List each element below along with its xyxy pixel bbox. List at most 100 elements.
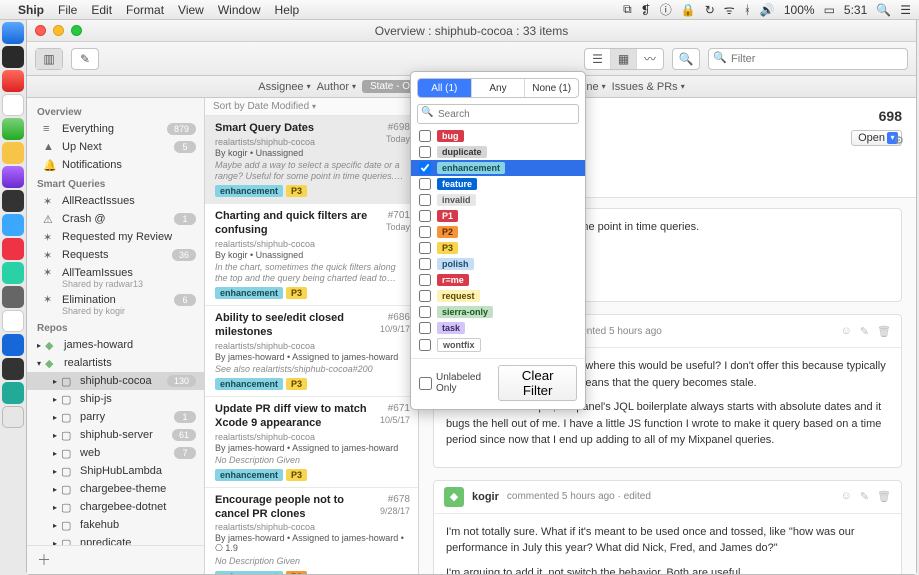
- dock-item[interactable]: [2, 46, 24, 68]
- sidebar-repo-owner[interactable]: ▸◆james-howard: [27, 336, 204, 354]
- dock-item[interactable]: [2, 406, 24, 428]
- label-filter-row[interactable]: invalid: [411, 192, 585, 208]
- dock-item[interactable]: [2, 118, 24, 140]
- volume-icon[interactable]: 🔊: [760, 3, 775, 17]
- window-minimize-button[interactable]: [53, 25, 64, 36]
- sidebar-repo-item[interactable]: ▸▢shiphub-server61: [27, 426, 204, 444]
- label-checkbox[interactable]: [419, 162, 431, 174]
- sidebar-item[interactable]: ✶Elimination6Shared by kogir: [27, 291, 204, 318]
- issue-row[interactable]: #686 10/9/17 Ability to see/edit closed …: [205, 306, 418, 397]
- sidebar-item[interactable]: ⚠Crash @1: [27, 210, 204, 228]
- edit-icon[interactable]: ✎: [860, 490, 869, 503]
- detail-config-icon[interactable]: ⚙: [894, 134, 904, 147]
- label-mode-none[interactable]: None (1): [525, 79, 578, 97]
- label-filter-row[interactable]: wontfix: [411, 336, 585, 354]
- window-close-button[interactable]: [35, 25, 46, 36]
- sidebar-item[interactable]: ✶AllReactIssues: [27, 192, 204, 210]
- label-mode-any[interactable]: Any: [472, 79, 526, 97]
- sidebar-item[interactable]: ✶Requests36: [27, 246, 204, 264]
- info-icon[interactable]: ⓘ: [660, 1, 672, 18]
- label-checkbox[interactable]: [419, 194, 431, 206]
- spotlight-icon[interactable]: 🔍: [876, 3, 891, 17]
- sidebar-item[interactable]: ✶AllTeamIssuesShared by radwar13: [27, 264, 204, 291]
- label-checkbox[interactable]: [419, 130, 431, 142]
- sidebar-repo-item[interactable]: ▸▢chargebee-theme: [27, 480, 204, 498]
- dropbox-icon[interactable]: ⧉: [623, 2, 632, 17]
- issue-row[interactable]: #671 10/5/17 Update PR diff view to matc…: [205, 397, 418, 488]
- label-filter-row[interactable]: enhancement: [411, 160, 585, 176]
- battery-icon[interactable]: ▭: [824, 3, 835, 17]
- compose-button[interactable]: ✎: [72, 49, 98, 69]
- label-filter-row[interactable]: P2: [411, 224, 585, 240]
- dock-item[interactable]: [2, 238, 24, 260]
- sidebar-repo-item[interactable]: ▸▢ShipHubLambda: [27, 462, 204, 480]
- label-filter-row[interactable]: task: [411, 320, 585, 336]
- dock-item[interactable]: [2, 382, 24, 404]
- menu-format[interactable]: Format: [126, 3, 164, 17]
- issue-row[interactable]: #678 9/28/17 Encourage people not to can…: [205, 488, 418, 574]
- dock-item[interactable]: [2, 190, 24, 212]
- label-search-input[interactable]: [417, 104, 579, 124]
- dock-item[interactable]: [2, 262, 24, 284]
- dock-item[interactable]: [2, 166, 24, 188]
- sidebar-repo-item[interactable]: ▸▢web7: [27, 444, 204, 462]
- menu-help[interactable]: Help: [275, 3, 300, 17]
- issue-row[interactable]: #698 Today Smart Query Dates realartists…: [205, 116, 418, 204]
- label-filter-row[interactable]: polish: [411, 256, 585, 272]
- dock-item[interactable]: [2, 214, 24, 236]
- sidebar-repo-item[interactable]: ▸▢parry1: [27, 408, 204, 426]
- label-checkbox[interactable]: [419, 306, 431, 318]
- menu-view[interactable]: View: [178, 3, 204, 17]
- delete-icon[interactable]: 🗑: [877, 490, 891, 503]
- sidebar-add-button[interactable]: ＋: [27, 545, 204, 574]
- label-checkbox[interactable]: [419, 146, 431, 158]
- label-filter-row[interactable]: r=me: [411, 272, 585, 288]
- dock-item[interactable]: [2, 142, 24, 164]
- filter-issues-prs[interactable]: Issues & PRs▾: [612, 81, 685, 93]
- bluetooth-icon[interactable]: ᚼ: [744, 3, 751, 17]
- sidebar-repo-item[interactable]: ▸▢chargebee-dotnet: [27, 498, 204, 516]
- sort-header[interactable]: Sort by Date Modified ▾: [205, 98, 418, 116]
- label-filter-row[interactable]: P3: [411, 240, 585, 256]
- label-mode-all[interactable]: All (1): [418, 79, 472, 97]
- label-checkbox[interactable]: [419, 258, 431, 270]
- label-checkbox[interactable]: [419, 178, 431, 190]
- view-columns-button[interactable]: ▦: [611, 49, 637, 69]
- clock[interactable]: 5:31: [844, 3, 867, 17]
- sidebar-repo-owner[interactable]: ▾◆realartists: [27, 354, 204, 372]
- sidebar-toggle-button[interactable]: ▥: [36, 49, 62, 69]
- clear-filter-button[interactable]: Clear Filter: [498, 365, 577, 401]
- sidebar-item[interactable]: ≡Everything879: [27, 120, 204, 138]
- window-maximize-button[interactable]: [71, 25, 82, 36]
- dock-item[interactable]: [2, 334, 24, 356]
- dock-item[interactable]: [2, 310, 24, 332]
- lock-icon[interactable]: 🔒: [681, 3, 696, 17]
- menu-window[interactable]: Window: [218, 3, 261, 17]
- label-checkbox[interactable]: [419, 242, 431, 254]
- edit-icon[interactable]: ✎: [860, 325, 869, 338]
- sidebar-item[interactable]: 🔔Notifications: [27, 156, 204, 174]
- filter-author[interactable]: Author▾: [317, 81, 356, 93]
- notification-center-icon[interactable]: ☰: [900, 3, 911, 17]
- dock-item[interactable]: [2, 70, 24, 92]
- label-checkbox[interactable]: [419, 274, 431, 286]
- dock-item[interactable]: [2, 22, 24, 44]
- label-checkbox[interactable]: [419, 339, 431, 351]
- inspect-button[interactable]: 🔍: [673, 49, 699, 69]
- reaction-icon[interactable]: ☺: [841, 325, 852, 338]
- sidebar-item[interactable]: ▲Up Next5: [27, 138, 204, 156]
- view-chart-button[interactable]: 〰: [637, 49, 663, 69]
- delete-icon[interactable]: 🗑: [877, 325, 891, 338]
- wifi-icon[interactable]: ᯤ: [724, 1, 735, 18]
- label-checkbox[interactable]: [419, 322, 431, 334]
- label-filter-row[interactable]: request: [411, 288, 585, 304]
- issue-row[interactable]: #701 Today Charting and quick filters ar…: [205, 204, 418, 306]
- sidebar-item[interactable]: ✶Requested my Review: [27, 228, 204, 246]
- dock-item[interactable]: [2, 286, 24, 308]
- label-checkbox[interactable]: [419, 290, 431, 302]
- label-filter-row[interactable]: P1: [411, 208, 585, 224]
- menu-file[interactable]: File: [58, 3, 77, 17]
- label-filter-row[interactable]: bug: [411, 128, 585, 144]
- status-icon[interactable]: ❡: [641, 3, 651, 17]
- sidebar-repo-item[interactable]: ▸▢fakehub: [27, 516, 204, 534]
